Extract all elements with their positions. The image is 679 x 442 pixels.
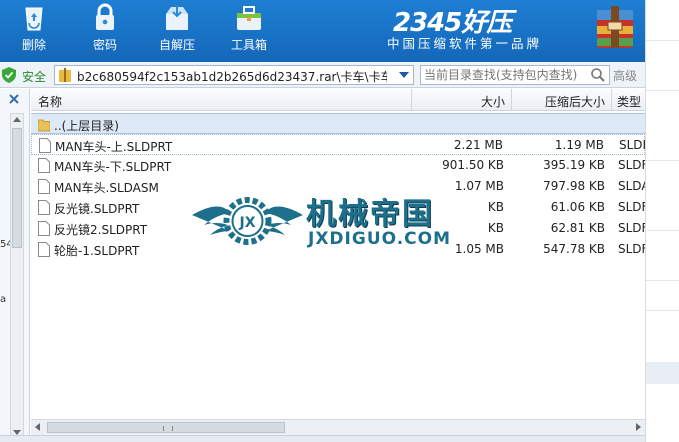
column-type[interactable]: 类型 [617,93,641,110]
file-icon [38,200,50,215]
search-input[interactable] [424,67,584,83]
watermark-url: JXDIGUO.COM [308,229,452,249]
toolbox-label: 工具箱 [230,38,267,52]
column-compressed-size[interactable]: 压缩后大小 [545,93,605,110]
winged-gear-emblem-icon: JX [192,197,303,245]
file-name: 轮胎-1.SLDPRT [54,244,140,258]
self-extract-label: 自解压 [158,38,195,52]
brand: 2345好压 中国压缩软件第一品牌 [387,0,637,58]
file-compressed-size: 395.19 KB [543,158,605,172]
close-icon[interactable] [8,93,20,105]
haozip-logo-icon [597,6,633,48]
archive-folder-icon [59,68,71,82]
parent-directory-label: ..(上层目录) [54,119,119,133]
file-compressed-size: 547.78 KB [543,242,605,256]
file-name: MAN车头-上.SLDPRT [55,140,173,154]
file-type: SLDF [619,138,645,152]
file-icon [38,242,50,257]
delete-button[interactable]: 删除 [4,0,64,58]
file-type: SLDA [618,179,645,193]
file-icon [38,179,50,194]
background-window-strip [645,0,679,442]
address-bar: 安全 b2c680594f2c153ab1d2b265d6d23437.rar\… [0,62,645,88]
password-label: 密码 [92,38,117,52]
tree-scroll-thumb[interactable] [12,128,22,248]
file-name: 反光镜2.SLDPRT [54,223,148,237]
scroll-right-icon[interactable] [636,423,641,431]
file-name: 反光镜.SLDPRT [54,202,140,216]
shield-check-icon [2,67,16,83]
file-list-header: 名称 大小 压缩后大小 类型 [31,89,645,111]
scroll-up-icon[interactable] [13,117,21,122]
self-extract-button[interactable]: 自解压 [147,0,207,58]
column-name[interactable]: 名称 [38,93,62,110]
column-size[interactable]: 大小 [481,93,505,110]
file-type: SLDF [618,200,645,214]
chevron-down-icon[interactable] [399,72,409,78]
self-extract-icon [166,5,188,30]
watermark: JX 机械帝国 JXDIGUO.COM [190,185,500,260]
lock-icon [96,3,114,30]
file-icon [38,158,50,173]
toolbox-icon [237,6,261,30]
file-compressed-size: 61.06 KB [550,200,605,214]
file-type: SLDF [618,221,645,235]
toolbox-button[interactable]: 工具箱 [219,0,279,58]
search-icon[interactable] [590,67,606,83]
file-icon [38,221,50,236]
recycle-bin-icon [25,7,43,31]
file-compressed-size: 797.98 KB [543,179,605,193]
file-type: SLDF [618,158,645,172]
emblem-text: JX [238,215,255,231]
security-label: 安全 [22,70,47,84]
file-size: 901.50 KB [442,158,504,172]
file-compressed-size: 1.19 MB [554,138,604,152]
path-text: b2c680594f2c153ab1d2b265d6d23437.rar\卡车\… [77,70,387,84]
table-row[interactable]: MAN车头-下.SLDPRT 901.50 KB 395.19 KB SLDF [31,155,645,176]
file-type: SLDF [618,242,645,256]
file-size: 2.21 MB [453,138,503,152]
horizontal-scrollbar[interactable] [31,419,645,435]
file-name: MAN车头.SLDASM [54,181,159,195]
security-status[interactable]: 安全 [2,66,50,84]
tree-vertical-scrollbar[interactable] [10,113,24,439]
table-row[interactable]: MAN车头-上.SLDPRT 2.21 MB 1.19 MB SLDF [31,134,645,155]
folder-tree-panel: 54 a [0,89,30,442]
main-toolbar: 删除 密码 自解压 工具箱 2345好压 中国压缩软件第一品牌 [0,0,645,62]
delete-label: 删除 [21,38,46,52]
path-combobox[interactable]: b2c680594f2c153ab1d2b265d6d23437.rar\卡车\… [54,65,414,85]
search-box [420,65,610,85]
parent-directory-row[interactable]: ..(上层目录) [31,113,645,134]
scroll-left-icon[interactable] [35,423,40,431]
file-icon [39,138,51,153]
password-button[interactable]: 密码 [75,0,135,58]
folder-icon [38,119,50,132]
brand-subtitle: 中国压缩软件第一品牌 [387,36,543,51]
advanced-search-link[interactable]: 高级 [613,67,637,84]
horizontal-scroll-thumb[interactable] [47,422,285,433]
watermark-chinese: 机械帝国 [306,197,434,232]
file-compressed-size: 62.81 KB [550,221,605,235]
file-name: MAN车头-下.SLDPRT [54,160,172,174]
status-bar [0,435,645,442]
tree-fragment-2: a [0,294,7,305]
